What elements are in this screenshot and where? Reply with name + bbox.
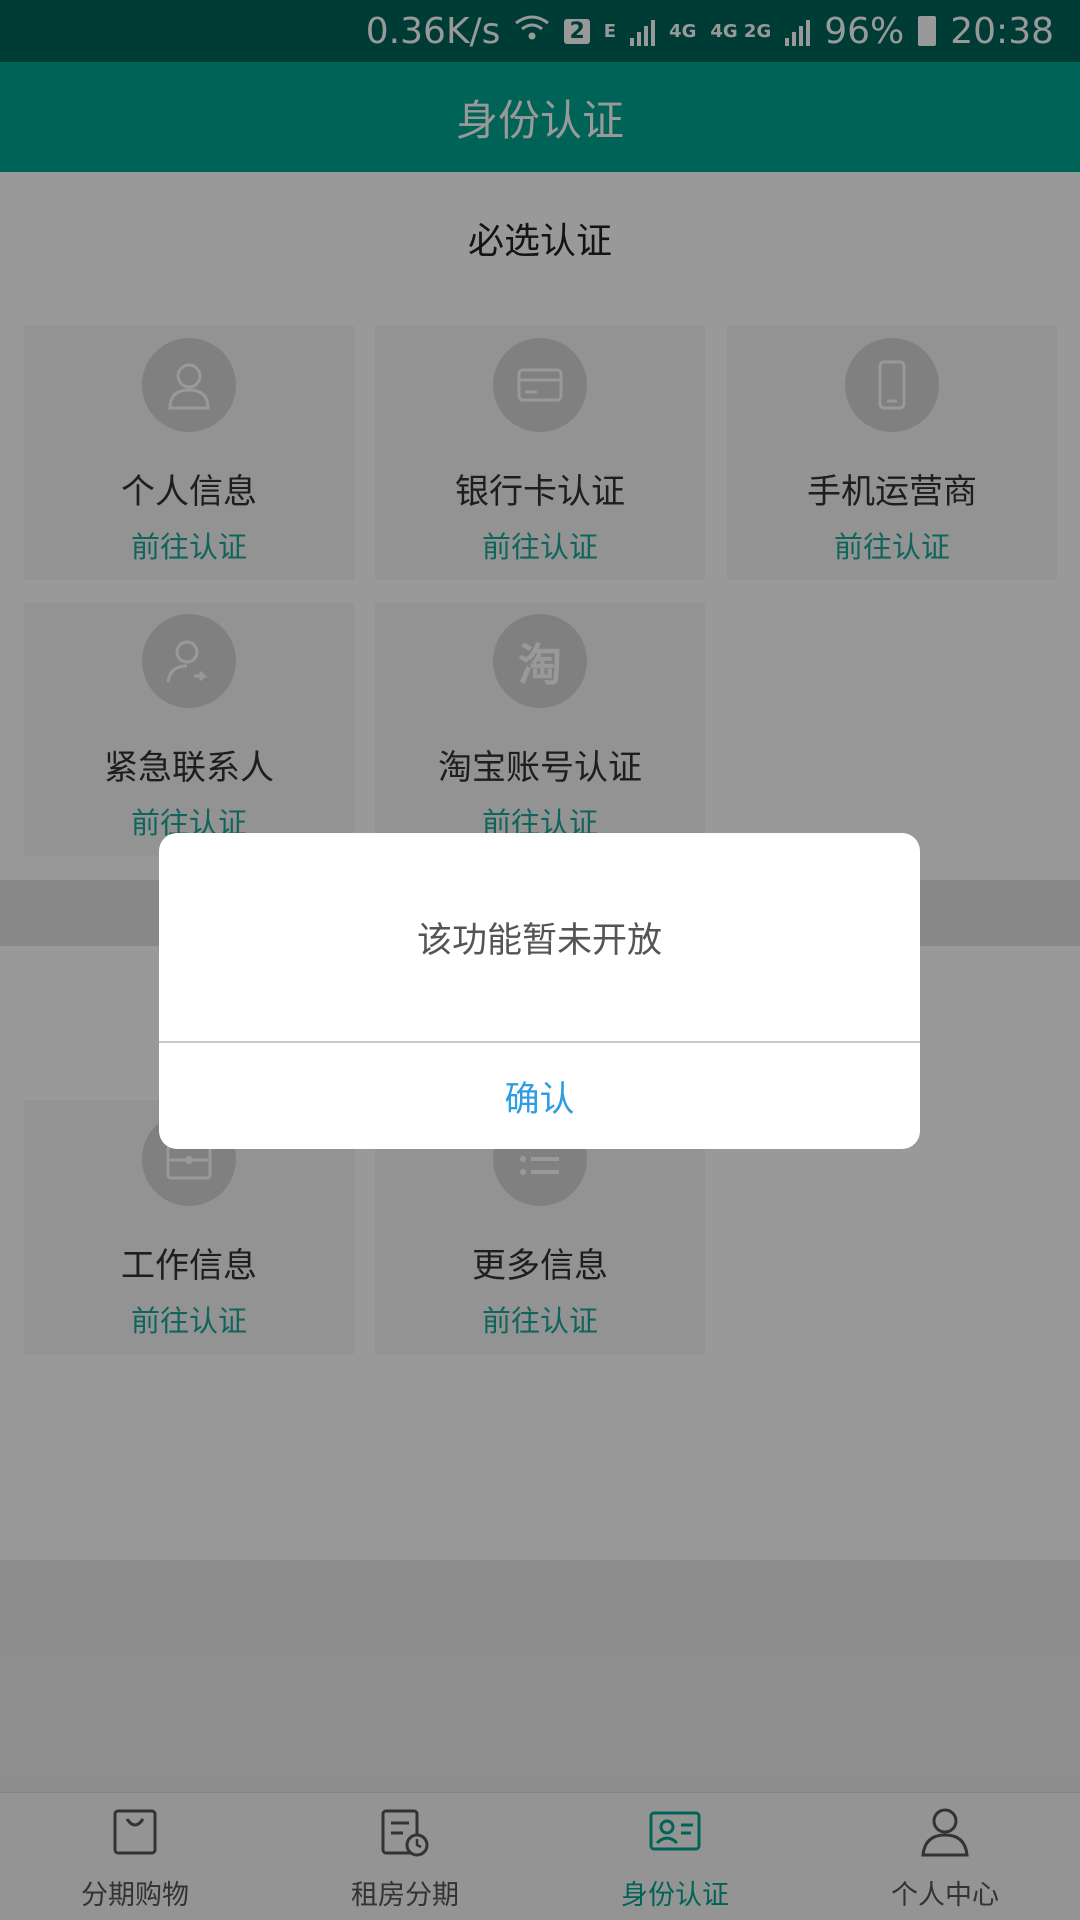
dialog-message: 该功能暂未开放 [416, 920, 662, 961]
alert-dialog: 该功能暂未开放 确认 [159, 833, 920, 1149]
confirm-button[interactable]: 确认 [159, 1043, 920, 1149]
